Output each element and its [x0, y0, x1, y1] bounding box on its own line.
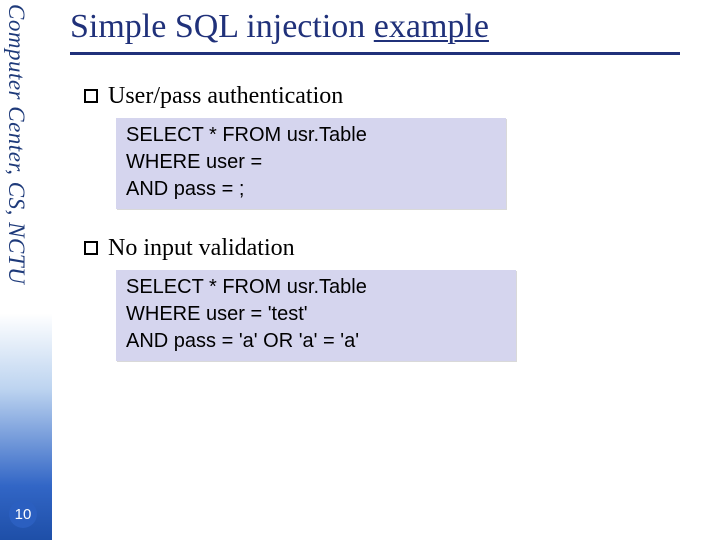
bullet-square-icon — [84, 241, 98, 255]
page-number: 10 — [15, 506, 32, 523]
slide-title-underlined: example — [374, 8, 489, 45]
bullet-square-icon — [84, 89, 98, 103]
bullet-1: User/pass authentication — [84, 83, 700, 110]
slide-title: Simple SQL injection example — [70, 8, 700, 46]
slide-content: Simple SQL injection example User/pass a… — [70, 8, 700, 387]
sidebar-org-label: Computer Center, CS, NCTU — [3, 4, 29, 284]
bullet-2-label: No input validation — [108, 235, 295, 261]
bullet-1-label: User/pass authentication — [108, 83, 343, 109]
title-rule — [70, 52, 680, 55]
slide-title-prefix: Simple SQL injection — [70, 8, 374, 45]
sidebar-gradient: Computer Center, CS, NCTU — [0, 0, 52, 540]
code-block-2: SELECT * FROM usr.Table WHERE user = 'te… — [116, 270, 516, 361]
bullet-2: No input validation — [84, 235, 700, 262]
code-block-1: SELECT * FROM usr.Table WHERE user = AND… — [116, 118, 506, 209]
page-number-badge: 10 — [9, 500, 37, 528]
